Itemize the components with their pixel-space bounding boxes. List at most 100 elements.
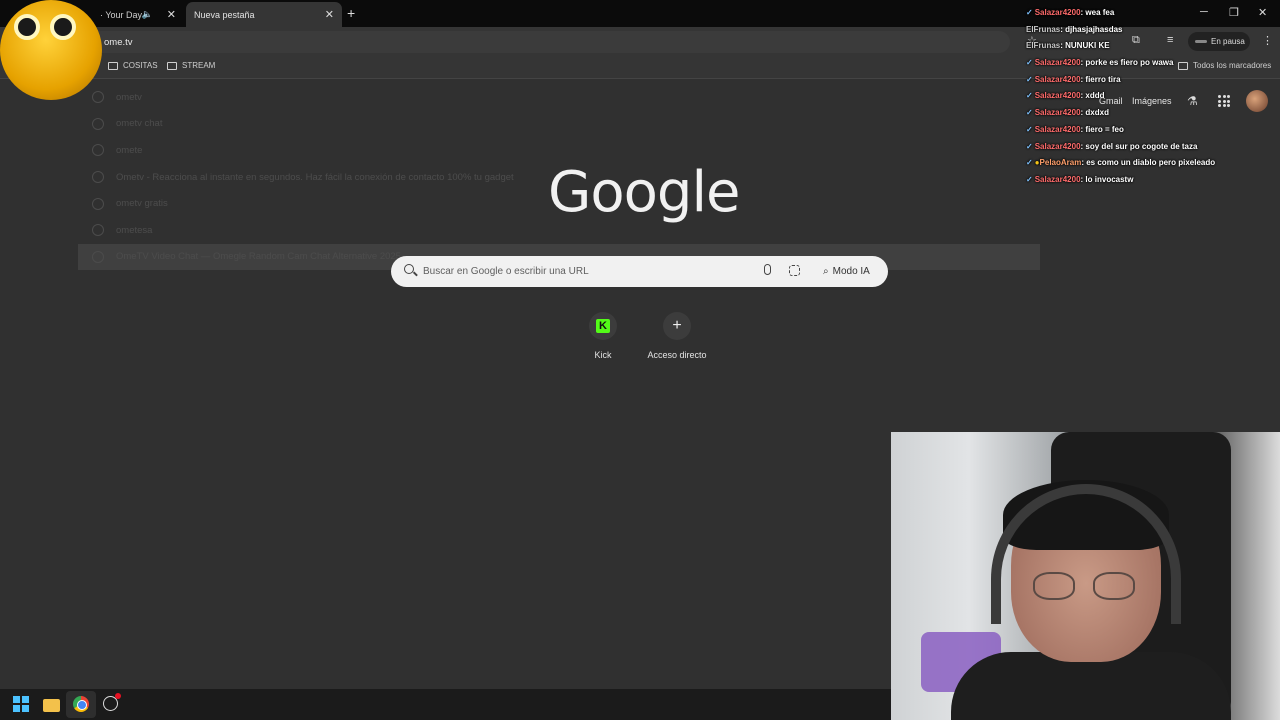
search-icon xyxy=(92,144,104,157)
badge-icon: ✓ xyxy=(1026,124,1033,134)
chat-user: Salazar4200 xyxy=(1034,74,1081,84)
plus-icon: + xyxy=(663,312,691,340)
chat-text: soy del sur po cogote de taza xyxy=(1085,141,1198,151)
tab-new-tab[interactable]: Nueva pestaña ✕ xyxy=(186,2,342,27)
chat-text: xddd xyxy=(1085,91,1105,101)
shortcut-label: Kick xyxy=(594,350,612,360)
chat-message: ElFrunas: djhasjajhasdas xyxy=(1026,24,1123,34)
bookmark-folder-stream[interactable]: STREAM xyxy=(167,61,215,70)
badge-icon: ✓ xyxy=(1026,8,1033,17)
chat-message: ✓ Salazar4200: fiero = feo xyxy=(1026,124,1124,134)
file-explorer-icon[interactable] xyxy=(43,699,60,712)
shortcut-add[interactable]: + Acceso directo xyxy=(642,312,712,360)
taskbar xyxy=(0,689,891,720)
search-input[interactable] xyxy=(423,262,743,281)
tab-title: · Your Day xyxy=(100,9,142,20)
clock-app-icon[interactable] xyxy=(103,693,121,711)
chat-message: ✓ Salazar4200: xddd xyxy=(1026,91,1105,101)
badge-icon: ✓ xyxy=(1026,74,1033,84)
chat-message: ✓ Salazar4200: fierro tira xyxy=(1026,74,1121,84)
chat-message: ✓ Salazar4200: porke es fiero po wawa xyxy=(1026,58,1174,68)
chat-user: Salazar4200 xyxy=(1034,91,1081,101)
close-tab-icon[interactable]: ✕ xyxy=(325,8,334,21)
badge-icon: ✓ xyxy=(1026,91,1033,101)
shortcut-label: Acceso directo xyxy=(647,350,707,360)
chat-message: ✓ Salazar4200: wea fea xyxy=(1026,8,1115,17)
search-icon xyxy=(92,117,104,130)
chat-text: porke es fiero po wawa xyxy=(1085,58,1174,68)
chat-user: ElFrunas xyxy=(1026,24,1061,34)
chat-text: lo invocastw xyxy=(1085,174,1134,184)
folder-icon xyxy=(108,61,118,70)
chat-message: ✓ ●PelaoAram: es como un diablo pero pixe… xyxy=(1026,158,1216,168)
shortcut-kick[interactable]: K Kick xyxy=(568,312,638,360)
streamer-body xyxy=(951,652,1231,720)
emote-eye xyxy=(50,14,76,40)
speaker-icon[interactable]: 🔈 xyxy=(142,9,153,20)
tab-title: Nueva pestaña xyxy=(194,9,255,20)
close-tab-icon[interactable]: ✕ xyxy=(167,8,176,21)
microphone-icon[interactable] xyxy=(764,264,771,275)
glasses xyxy=(1033,572,1139,600)
chat-user: Salazar4200 xyxy=(1034,141,1081,151)
shortcut-icon-wrap: K xyxy=(589,312,617,340)
ai-mode-button[interactable]: ⌕ Modo IA xyxy=(815,261,878,282)
suggestion-text: ometesa xyxy=(116,224,153,236)
chat-message: ElFrunas: NUNUKI KE xyxy=(1026,41,1110,51)
suggestion-text: ometv chat xyxy=(116,118,163,130)
chat-user: Salazar4200 xyxy=(1034,124,1081,134)
site-icon xyxy=(92,171,104,184)
sparkle-search-icon: ⌕ xyxy=(823,266,829,277)
chat-text: fiero = feo xyxy=(1085,124,1124,134)
chat-user: Salazar4200 xyxy=(1034,8,1081,17)
suggestion-text: OmeTV Video Chat — Omegle Random Cam Cha… xyxy=(116,251,401,263)
chat-message: ✓ Salazar4200: lo invocastw xyxy=(1026,174,1134,184)
emote-overlay xyxy=(0,0,102,100)
badge-icon: ✓ xyxy=(1026,58,1033,68)
google-logo: Google xyxy=(548,160,740,225)
chat-user: Salazar4200 xyxy=(1034,108,1081,118)
address-text: ome.tv xyxy=(104,36,133,48)
folder-icon xyxy=(167,61,177,70)
chat-text: wea fea xyxy=(1085,8,1115,17)
windows-start-icon[interactable] xyxy=(13,696,29,712)
badge-icon: ✓ xyxy=(1026,174,1033,184)
badge-icon: ✓ xyxy=(1026,108,1033,118)
webcam-overlay xyxy=(891,432,1280,720)
chat-user: Salazar4200 xyxy=(1034,58,1081,68)
chat-text: NUNUKI KE xyxy=(1065,41,1110,51)
search-icon xyxy=(92,91,104,104)
chat-text: dxdxd xyxy=(1085,108,1109,118)
suggestion-text: omete xyxy=(116,144,143,156)
new-tab-button[interactable]: + xyxy=(347,5,355,21)
address-bar[interactable]: ome.tv xyxy=(90,31,1010,53)
suggestion-row[interactable]: ometv chat xyxy=(78,111,1040,138)
search-icon xyxy=(404,264,414,274)
ai-mode-label: Modo IA xyxy=(832,266,870,277)
tab-your-day[interactable]: · Your Day 🔈 ✕ xyxy=(92,2,184,27)
badge-icon: ✓ xyxy=(1026,158,1033,168)
chat-user: Salazar4200 xyxy=(1034,174,1081,184)
lens-icon[interactable] xyxy=(789,265,800,276)
kick-icon: K xyxy=(596,319,610,333)
stream-chat-overlay: ✓ Salazar4200: wea fea ElFrunas: djhasjaj… xyxy=(1026,8,1276,192)
site-icon xyxy=(92,250,104,263)
chat-message: ✓ Salazar4200: dxdxd xyxy=(1026,108,1109,118)
search-box[interactable]: ⌕ Modo IA xyxy=(391,256,888,287)
chat-user: PelaoAram xyxy=(1039,158,1082,168)
bookmark-folder-cositas[interactable]: COSITAS xyxy=(108,61,158,70)
suggestion-row[interactable]: ometv xyxy=(78,84,1040,111)
search-icon xyxy=(92,197,104,210)
suggestion-text: ometv gratis xyxy=(116,198,168,210)
badge-icon: ✓ xyxy=(1026,141,1033,151)
suggestion-text: ometv xyxy=(116,91,142,103)
chat-user: ElFrunas xyxy=(1026,41,1061,51)
site-icon xyxy=(92,224,104,237)
chat-text: djhasjajhasdas xyxy=(1065,24,1123,34)
bookmark-label: COSITAS xyxy=(123,61,158,70)
suggestion-text: Ometv - Reacciona al instante en segundo… xyxy=(116,171,514,183)
chrome-icon[interactable] xyxy=(73,696,89,712)
chat-message: ✓ Salazar4200: soy del sur po cogote de t… xyxy=(1026,141,1198,151)
emote-eye xyxy=(14,14,40,40)
chat-text: fierro tira xyxy=(1085,74,1121,84)
